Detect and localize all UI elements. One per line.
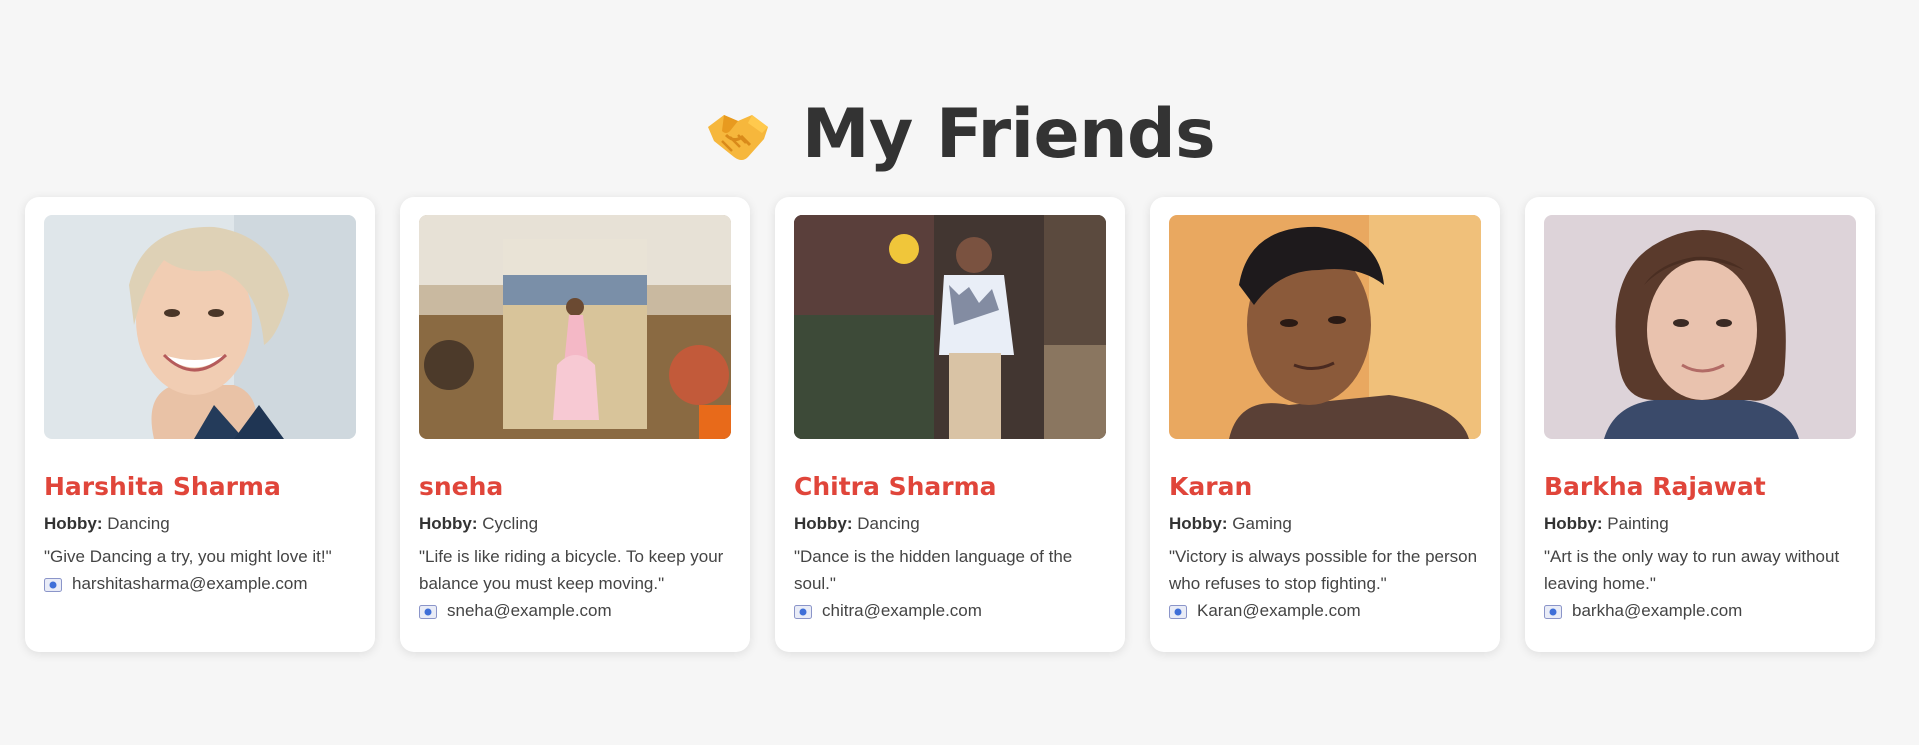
- email-icon: [794, 604, 812, 619]
- friend-quote: "Victory is always possible for the pers…: [1169, 547, 1478, 593]
- portrait-photo: [1169, 215, 1481, 439]
- friend-card: Barkha Rajawat Hobby: Painting "Art is t…: [1525, 197, 1875, 652]
- friend-email: barkha@example.com: [1544, 601, 1856, 621]
- friend-email: harshitasharma@example.com: [44, 574, 356, 594]
- friend-name: Karan: [1169, 472, 1253, 501]
- portrait-photo: [419, 215, 731, 439]
- handshake-icon: [704, 105, 772, 165]
- friend-quote: "Dance is the hidden language of the sou…: [794, 547, 1073, 593]
- page-header: My Friends: [0, 95, 1919, 185]
- friend-name: sneha: [419, 472, 504, 501]
- friend-photo: [1169, 215, 1481, 439]
- friend-card: sneha Hobby: Cycling "Life is like ridin…: [400, 197, 750, 652]
- friend-photo: [794, 215, 1106, 439]
- email-address[interactable]: chitra@example.com: [822, 601, 982, 621]
- hobby-value: Cycling: [482, 514, 539, 533]
- friend-hobby: Hobby: Dancing: [44, 514, 356, 534]
- portrait-photo: [1544, 215, 1856, 439]
- friend-photo: [419, 215, 731, 439]
- friend-hobby: Hobby: Gaming: [1169, 514, 1481, 534]
- friend-email: Karan@example.com: [1169, 601, 1481, 621]
- friend-photo: [1544, 215, 1856, 439]
- friend-email: chitra@example.com: [794, 601, 1106, 621]
- friend-name: Barkha Rajawat: [1544, 472, 1766, 501]
- friend-name: Harshita Sharma: [44, 472, 281, 501]
- friend-card: Harshita Sharma Hobby: Dancing "Give Dan…: [25, 197, 375, 652]
- email-address[interactable]: sneha@example.com: [447, 601, 612, 621]
- portrait-photo: [44, 215, 356, 439]
- email-icon: [419, 604, 437, 619]
- email-address[interactable]: Karan@example.com: [1197, 601, 1361, 621]
- hobby-value: Gaming: [1232, 514, 1292, 533]
- title-group: My Friends: [704, 95, 1216, 174]
- email-address[interactable]: barkha@example.com: [1572, 601, 1742, 621]
- friend-name: Chitra Sharma: [794, 472, 997, 501]
- friend-quote: "Give Dancing a try, you might love it!": [44, 547, 332, 566]
- email-icon: [1169, 604, 1187, 619]
- email-icon: [44, 577, 62, 592]
- friend-card: Chitra Sharma Hobby: Dancing "Dance is t…: [775, 197, 1125, 652]
- hobby-label: Hobby:: [419, 514, 478, 533]
- friend-hobby: Hobby: Painting: [1544, 514, 1856, 534]
- hobby-label: Hobby:: [1169, 514, 1228, 533]
- friend-hobby: Hobby: Cycling: [419, 514, 731, 534]
- friend-photo: [44, 215, 356, 439]
- page-title: My Friends: [801, 95, 1216, 174]
- hobby-label: Hobby:: [44, 514, 103, 533]
- friend-card: Karan Hobby: Gaming "Victory is always p…: [1150, 197, 1500, 652]
- hobby-value: Dancing: [107, 514, 170, 533]
- hobby-label: Hobby:: [1544, 514, 1603, 533]
- hobby-value: Painting: [1607, 514, 1669, 533]
- friends-list: Harshita Sharma Hobby: Dancing "Give Dan…: [25, 197, 1875, 652]
- portrait-photo: [794, 215, 1106, 439]
- hobby-value: Dancing: [857, 514, 920, 533]
- friend-quote: "Art is the only way to run away without…: [1544, 547, 1840, 593]
- email-address[interactable]: harshitasharma@example.com: [72, 574, 308, 594]
- email-icon: [1544, 604, 1562, 619]
- friend-hobby: Hobby: Dancing: [794, 514, 1106, 534]
- hobby-label: Hobby:: [794, 514, 853, 533]
- friend-quote: "Life is like riding a bicycle. To keep …: [419, 547, 724, 593]
- friend-email: sneha@example.com: [419, 601, 731, 621]
